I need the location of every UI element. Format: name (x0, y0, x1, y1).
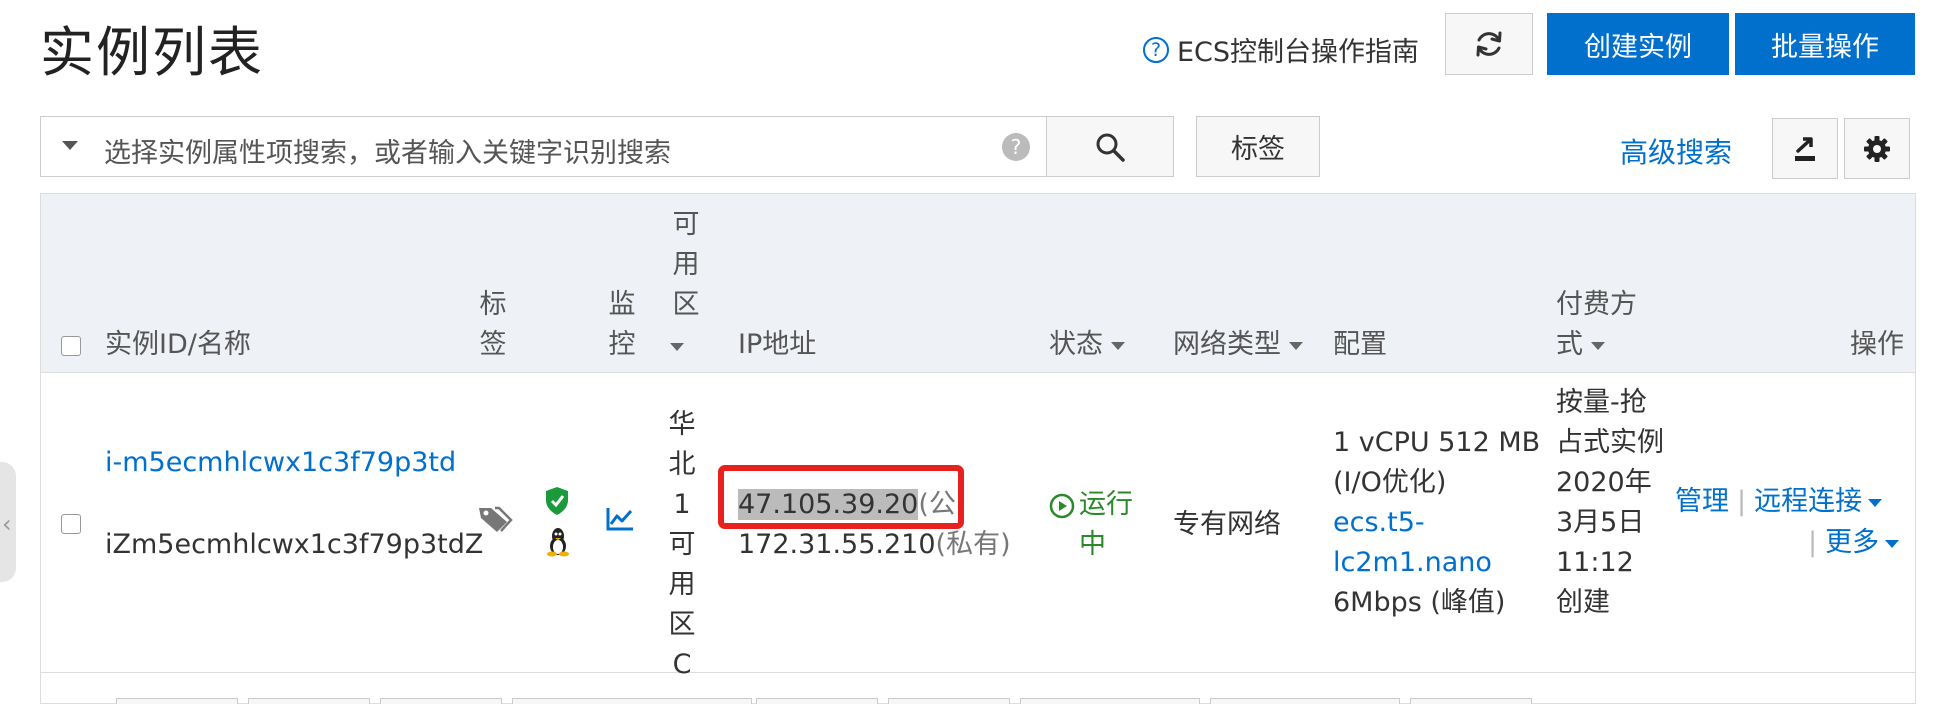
column-instance-id: 实例ID/名称 (105, 329, 251, 360)
remote-connect-dropdown-icon[interactable] (1868, 498, 1883, 507)
page-title: 实例列表 (40, 21, 264, 84)
footer-button[interactable] (756, 698, 878, 704)
network-filter-dropdown-icon[interactable] (1289, 341, 1303, 350)
zone-filter-dropdown-icon[interactable] (670, 343, 684, 351)
config-bandwidth: 6Mbps (峰值) (1333, 587, 1506, 618)
monitor-chart-icon[interactable] (605, 506, 635, 532)
column-network[interactable]: 网络类型 (1173, 325, 1303, 365)
remote-connect-link[interactable]: 远程连接 (1754, 486, 1862, 517)
column-zone: 可用区 (672, 209, 700, 320)
guide-link-label: ECS控制台操作指南 (1177, 37, 1420, 68)
footer-button[interactable] (1410, 698, 1532, 704)
guide-link[interactable]: ? ECS控制台操作指南 (1143, 30, 1419, 69)
status-label: 运行中 (1079, 489, 1133, 560)
status-running: 运行中 (1049, 485, 1149, 565)
footer-button[interactable] (512, 698, 752, 704)
status-filter-dropdown-icon[interactable] (1111, 341, 1125, 350)
running-play-icon (1049, 493, 1075, 519)
advanced-search-link[interactable]: 高级搜索 (1620, 131, 1732, 171)
highlight-annotation (718, 465, 964, 529)
private-ip-value: 172.31.55.210 (738, 529, 936, 560)
export-icon (1795, 136, 1815, 161)
chevron-left-icon[interactable]: ‹ (2, 510, 12, 538)
create-instance-button[interactable]: 创建实例 (1547, 13, 1729, 75)
gear-icon (1864, 135, 1890, 162)
column-network-label: 网络类型 (1173, 329, 1281, 360)
search-icon (1096, 133, 1125, 162)
refresh-icon (1476, 31, 1502, 57)
network-type: 专有网络 (1173, 509, 1281, 540)
row-divider (41, 672, 1915, 673)
config-spec: 1 vCPU 512 MB (I/O优化) (1333, 427, 1541, 498)
footer-button[interactable] (248, 698, 370, 704)
select-all-checkbox[interactable] (61, 336, 81, 356)
footer-button[interactable] (116, 698, 238, 704)
batch-operation-button[interactable]: 批量操作 (1735, 13, 1915, 75)
settings-button[interactable] (1844, 118, 1910, 179)
refresh-button[interactable] (1445, 13, 1533, 75)
instance-id-link[interactable]: i-m5ecmhlcwx1c3f79p3td (105, 443, 456, 483)
billing-info: 按量-抢占式实例 2020年3月5日 11:12 创建 (1556, 387, 1664, 618)
action-separator: | (1737, 486, 1747, 517)
instance-type-link[interactable]: ecs.t5-lc2m1.nano (1333, 503, 1492, 583)
more-actions: | 更多 (1800, 523, 1900, 563)
column-tag: 标签 (479, 289, 507, 360)
export-button[interactable] (1772, 118, 1838, 179)
column-config: 配置 (1333, 329, 1387, 360)
private-ip: 172.31.55.210(私有) (738, 525, 1011, 565)
row-actions: 管理 | 远程连接 (1675, 482, 1883, 522)
search-placeholder: 选择实例属性项搜索，或者输入关键字识别搜索 (104, 138, 671, 169)
manage-link[interactable]: 管理 (1675, 486, 1729, 517)
row-checkbox[interactable] (61, 514, 81, 534)
footer-button[interactable] (888, 698, 1010, 704)
footer-button[interactable] (380, 698, 502, 704)
column-status-label: 状态 (1049, 329, 1103, 360)
linux-icon (547, 528, 569, 557)
more-link[interactable]: 更多 (1825, 527, 1879, 558)
help-circle-icon: ? (1143, 36, 1169, 63)
column-status[interactable]: 状态 (1049, 325, 1125, 365)
footer-button[interactable] (1210, 698, 1400, 704)
search-help-icon[interactable]: ? (1002, 133, 1030, 161)
footer-button[interactable] (1020, 698, 1200, 704)
private-ip-suffix: (私有) (935, 529, 1011, 560)
zone-value: 华北 1 可用区 C (668, 409, 696, 680)
instance-name: iZm5ecmhlcwx1c3f79p3tdZ (105, 529, 484, 560)
tag-filter-button[interactable]: 标签 (1196, 116, 1320, 177)
security-shield-icon[interactable] (544, 486, 570, 516)
column-monitor: 监控 (608, 289, 636, 360)
billing-filter-dropdown-icon[interactable] (1591, 341, 1605, 350)
column-actions: 操作 (1850, 329, 1904, 360)
action-separator: | (1808, 527, 1818, 558)
tag-icon[interactable] (477, 504, 513, 536)
search-filter-dropdown-icon[interactable] (62, 141, 78, 150)
column-ip: IP地址 (738, 329, 817, 360)
search-button[interactable] (1046, 116, 1174, 177)
column-billing[interactable]: 付费方式 (1556, 285, 1656, 365)
more-dropdown-icon[interactable] (1885, 539, 1900, 548)
header-divider (41, 372, 1915, 373)
